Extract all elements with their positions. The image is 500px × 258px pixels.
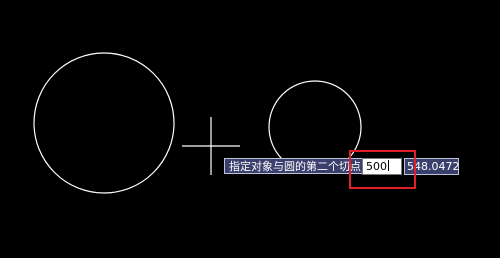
drawing-canvas[interactable] (0, 0, 500, 258)
highlight-box (349, 150, 416, 189)
large-circle[interactable] (33, 52, 175, 194)
command-prompt-tooltip: 指定对象与圆的第二个切点: (224, 158, 370, 174)
